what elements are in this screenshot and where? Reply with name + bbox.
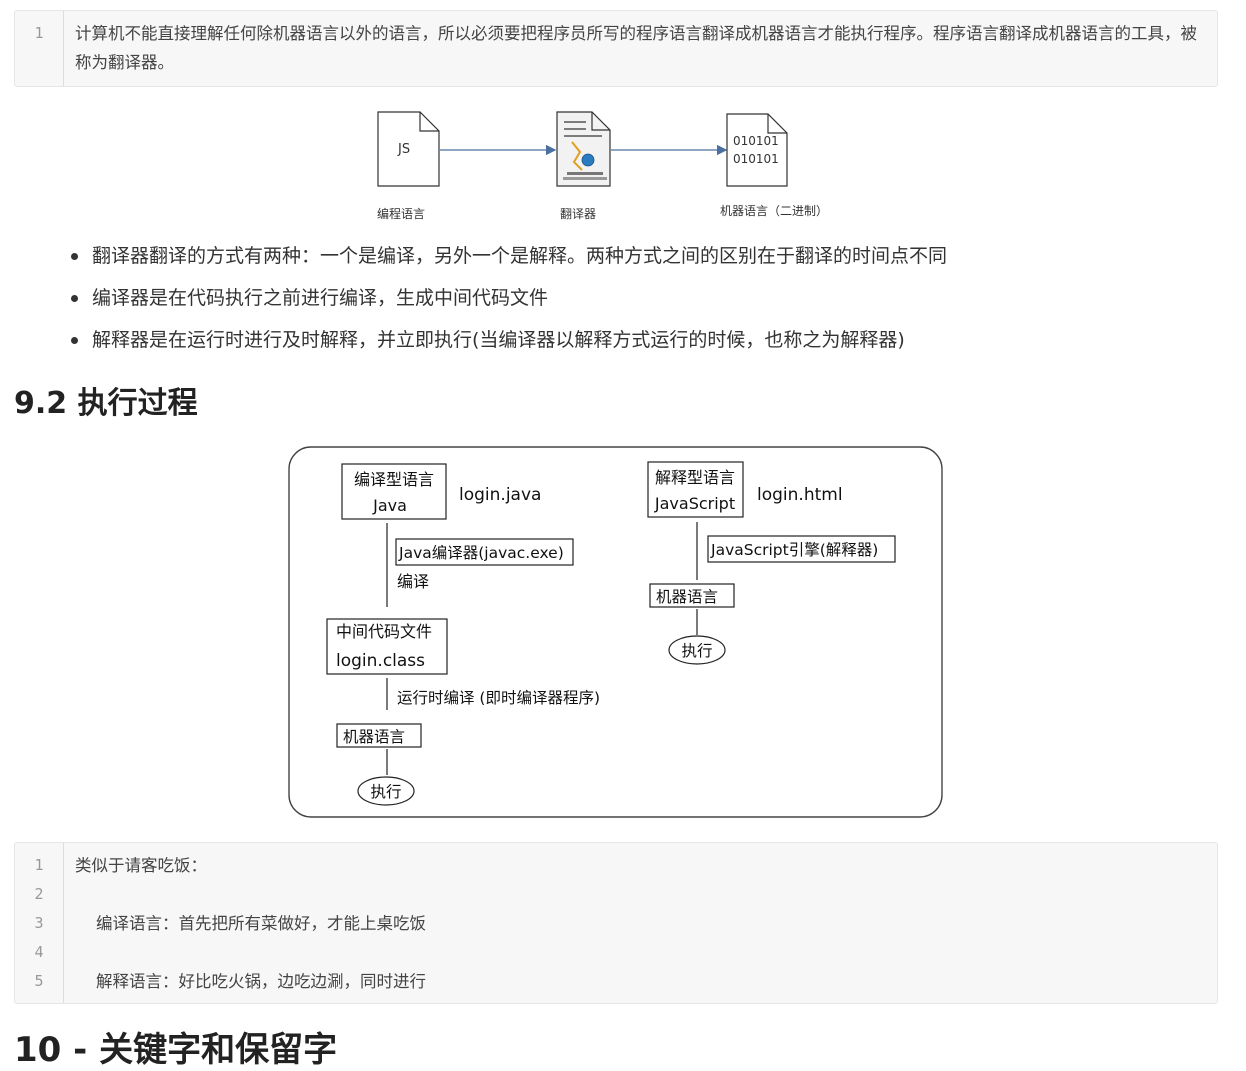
label-machine-language: 机器语言（二进制）	[720, 204, 828, 218]
javac-label: Java编译器(javac.exe)	[398, 544, 564, 562]
execution-process-diagram: 编译型语言 Java login.java Java编译器(javac.exe)…	[288, 446, 943, 818]
interpreted-language-js: JavaScript	[654, 494, 735, 513]
line-number: 4	[34, 943, 44, 961]
compiled-language-java: Java	[372, 496, 407, 515]
machine-language-label-left: 机器语言	[343, 728, 405, 746]
interpreted-language-label: 解释型语言	[655, 468, 735, 487]
code-line: 1 计算机不能直接理解任何除机器语言以外的语言，所以必须要把程序员所写的程序语言…	[15, 11, 1217, 77]
translator-icon	[556, 111, 611, 187]
compile-label: 编译	[397, 572, 429, 591]
jit-label: 运行时编译 (即时编译器程序)	[397, 689, 600, 707]
code-text: 解释语言：好比吃火锅，边吃边涮，同时进行	[75, 972, 426, 991]
js-engine-label: JavaScript引擎(解释器)	[710, 541, 878, 559]
intro-code-block: 1 计算机不能直接理解任何除机器语言以外的语言，所以必须要把程序员所写的程序语言…	[14, 10, 1218, 87]
list-item: 解释器是在运行时进行及时解释，并立即执行(当编译器以解释方式运行的时候，也称之为…	[68, 324, 1208, 366]
machine-language-label-right: 机器语言	[656, 588, 718, 606]
list-item: 翻译器翻译的方式有两种：一个是编译，另外一个是解释。两种方式之间的区别在于翻译的…	[68, 240, 1208, 282]
translator-diagram: JS 010101 010101 编程语言 翻译器 机器语言（二进制）	[377, 111, 828, 221]
translator-bullet-list: 翻译器翻译的方式有两种：一个是编译，另外一个是解释。两种方式之间的区别在于翻译的…	[68, 240, 1208, 366]
code-line: 4	[15, 938, 1217, 967]
line-number: 1	[34, 856, 44, 874]
js-file-text: JS	[397, 142, 410, 157]
line-number: 1	[34, 24, 44, 42]
code-line: 1 类似于请客吃饭：	[15, 851, 1217, 880]
label-translator: 翻译器	[560, 207, 596, 221]
intermediate-code-label: 中间代码文件	[336, 622, 432, 641]
binary-text-1: 010101	[733, 134, 779, 148]
line-number-divider	[63, 11, 64, 86]
compiled-language-label: 编译型语言	[354, 470, 434, 489]
line-number: 3	[34, 914, 44, 932]
analogy-code-block: 1 类似于请客吃饭： 2 3 编译语言：首先把所有菜做好，才能上桌吃饭 4 5 …	[14, 842, 1218, 1004]
execute-label-right: 执行	[681, 642, 712, 660]
section-heading-9-2: 9.2 执行过程	[14, 386, 198, 421]
compiled-file-name: login.java	[459, 485, 541, 505]
code-text: 编译语言：首先把所有菜做好，才能上桌吃饭	[75, 914, 426, 933]
line-number-divider	[63, 843, 64, 1003]
label-programming-language: 编程语言	[377, 206, 425, 221]
code-line: 5 解释语言：好比吃火锅，边吃边涮，同时进行	[15, 967, 1217, 996]
code-text: 类似于请客吃饭：	[75, 856, 207, 875]
interpreted-file-name: login.html	[757, 485, 843, 505]
line-number: 2	[34, 885, 44, 903]
code-text: 计算机不能直接理解任何除机器语言以外的语言，所以必须要把程序员所写的程序语言翻译…	[75, 24, 1197, 72]
js-file-icon: JS	[377, 111, 440, 187]
code-line: 2	[15, 880, 1217, 909]
execute-label-left: 执行	[370, 783, 401, 801]
list-item: 编译器是在代码执行之前进行编译，生成中间代码文件	[68, 282, 1208, 324]
binary-text-2: 010101	[733, 152, 779, 166]
line-number: 5	[34, 972, 44, 990]
code-line: 3 编译语言：首先把所有菜做好，才能上桌吃饭	[15, 909, 1217, 938]
binary-file-icon: 010101 010101	[726, 113, 788, 187]
intermediate-file-name: login.class	[336, 651, 425, 671]
